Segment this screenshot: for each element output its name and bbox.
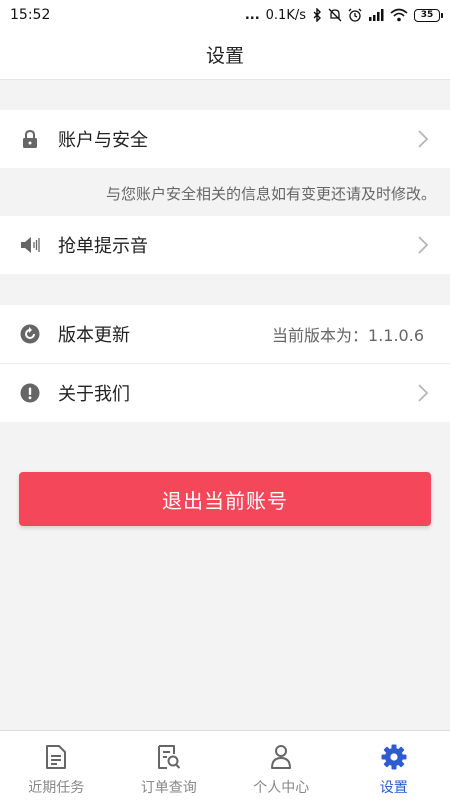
person-icon — [267, 743, 295, 771]
account-security-hint: 与您账户安全相关的信息如有变更还请及时修改。 — [105, 185, 436, 203]
account-security-row[interactable]: 账户与安全 — [0, 110, 450, 168]
tab-settings[interactable]: 设置 — [338, 731, 450, 800]
tab-label: 订单查询 — [140, 780, 197, 796]
gear-icon — [380, 743, 408, 771]
wifi-icon — [390, 8, 408, 22]
about-us-row[interactable]: 关于我们 — [0, 364, 450, 422]
about-us-label: 关于我们 — [58, 384, 130, 405]
search-document-icon — [155, 743, 183, 771]
bluetooth-icon — [313, 8, 321, 22]
order-sound-row[interactable]: 抢单提示音 — [0, 216, 450, 274]
page-title: 设置 — [205, 45, 244, 67]
battery-icon: 35 — [414, 8, 443, 22]
info-icon — [20, 383, 40, 403]
mute-icon — [328, 8, 342, 22]
signal-icon — [369, 9, 384, 21]
alarm-icon — [348, 8, 362, 22]
nav-bar: 设置 — [0, 30, 450, 80]
chevron-right-icon — [418, 384, 429, 402]
tab-label: 近期任务 — [28, 780, 85, 796]
network-speed: 0.1K/s — [265, 7, 306, 23]
status-icons: ... 0.1K/s 35 — [244, 7, 443, 23]
lock-icon — [20, 129, 40, 149]
tab-recent-tasks[interactable]: 近期任务 — [0, 731, 113, 800]
tab-order-query[interactable]: 订单查询 — [113, 731, 226, 800]
speaker-icon — [20, 235, 40, 255]
bottom-tab-bar: 近期任务 订单查询 个人中心 设置 — [0, 730, 450, 800]
account-security-label: 账户与安全 — [58, 130, 148, 151]
current-version-value: 当前版本为：1.1.0.6 — [272, 326, 424, 345]
document-icon — [42, 743, 70, 771]
tab-personal-center[interactable]: 个人中心 — [225, 731, 338, 800]
tab-label: 个人中心 — [253, 780, 310, 796]
status-dots: ... — [244, 7, 260, 23]
version-update-row[interactable]: 版本更新 当前版本为：1.1.0.6 — [0, 305, 450, 363]
order-sound-label: 抢单提示音 — [58, 236, 148, 257]
refresh-icon — [20, 324, 40, 344]
chevron-right-icon — [418, 130, 429, 148]
tab-label: 设置 — [379, 780, 408, 796]
status-time: 15:52 — [10, 7, 51, 23]
logout-button[interactable]: 退出当前账号 — [19, 472, 431, 526]
status-bar: 15:52 ... 0.1K/s 35 — [0, 0, 450, 30]
chevron-right-icon — [418, 236, 429, 254]
version-update-label: 版本更新 — [58, 325, 130, 346]
